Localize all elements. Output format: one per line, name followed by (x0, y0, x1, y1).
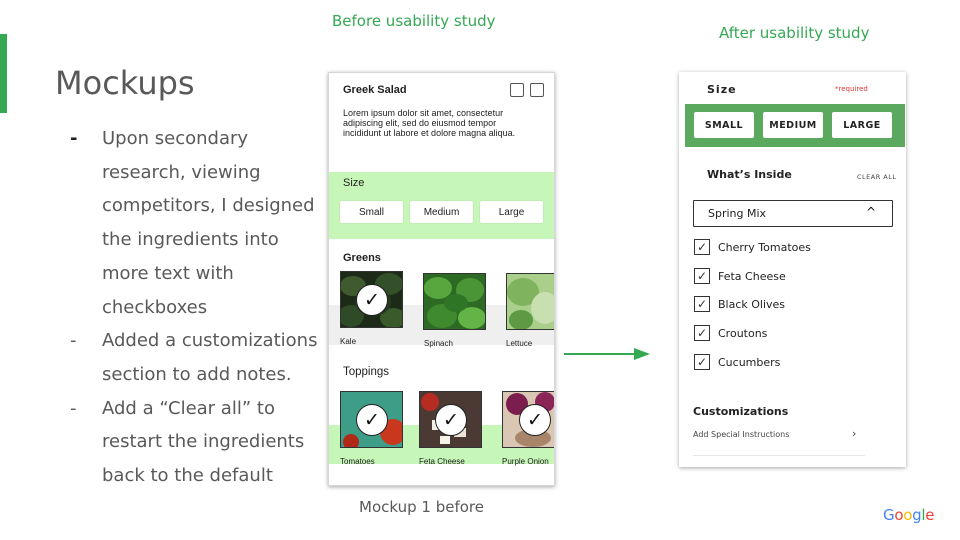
bullet-marker: - (70, 330, 77, 352)
size-small-button[interactable]: Small (340, 201, 403, 223)
greens-select[interactable]: Spring Mix ^ (693, 200, 893, 227)
square-icon[interactable] (530, 83, 544, 97)
size-large-button[interactable]: LARGE (832, 112, 892, 138)
greens-label: Greens (343, 252, 381, 264)
check-icon: ✓ (694, 268, 710, 284)
purple-onion-label: Purple Onion (502, 457, 549, 466)
caption-before: Before usability study (332, 12, 496, 30)
accent-bar (0, 34, 7, 113)
logo-letter: o (894, 506, 904, 524)
bullet-text: Upon secondary research, viewing competi… (102, 128, 315, 318)
select-value: Spring Mix (708, 207, 767, 220)
spinach-label: Spinach (424, 339, 453, 348)
check-icon: ✓ (435, 404, 467, 436)
size-large-button[interactable]: Large (480, 201, 543, 223)
spinach-image (424, 274, 485, 329)
slide-title: Mockups (55, 64, 195, 102)
caption-mockup: Mockup 1 before (359, 498, 484, 516)
size-small-button[interactable]: SMALL (694, 112, 754, 138)
special-instructions-link[interactable]: Add Special Instructions (693, 430, 789, 439)
logo-letter: e (925, 506, 935, 524)
ingredient-checkbox[interactable]: ✓ Feta Cheese (694, 267, 786, 285)
check-icon: ✓ (694, 354, 710, 370)
ingredient-label: Black Olives (718, 297, 786, 311)
divider (693, 455, 865, 456)
check-icon: ✓ (694, 239, 710, 255)
feta-tile[interactable]: ✓ (419, 391, 482, 448)
size-medium-button[interactable]: MEDIUM (763, 112, 823, 138)
product-description: Lorem ipsum dolor sit amet, consectetur … (343, 108, 516, 138)
chevron-right-icon[interactable]: › (852, 427, 856, 440)
ingredient-checkbox[interactable]: ✓ Cucumbers (694, 353, 780, 371)
kale-label: Kale (340, 337, 357, 346)
purple-onion-tile[interactable]: ✓ (502, 391, 554, 448)
check-icon: ✓ (694, 325, 710, 341)
size-medium-button[interactable]: Medium (410, 201, 473, 223)
logo-letter: g (912, 506, 922, 524)
bullet-text: Add a “Clear all” to restart the ingredi… (102, 397, 305, 487)
spinach-tile[interactable] (423, 273, 486, 330)
clear-all-button[interactable]: CLEAR ALL (857, 173, 897, 181)
required-label: *required (835, 85, 868, 93)
bullet-item: - Upon secondary research, viewing compe… (70, 122, 320, 324)
before-mockup: Greek Salad Lorem ipsum dolor sit amet, … (328, 72, 555, 486)
kale-tile[interactable]: ✓ (340, 271, 403, 328)
ingredient-label: Cherry Tomatoes (718, 240, 811, 254)
bullet-item: - Added a customizations section to add … (70, 324, 320, 391)
whats-inside-label: What’s Inside (707, 168, 792, 181)
toppings-label: Toppings (343, 366, 390, 378)
ingredient-label: Croutons (718, 326, 768, 340)
after-mockup: Size *required SMALL MEDIUM LARGE What’s… (679, 72, 906, 467)
size-label: Size (707, 83, 737, 96)
check-icon: ✓ (694, 296, 710, 312)
check-icon: ✓ (519, 404, 551, 436)
ingredient-checkbox[interactable]: ✓ Black Olives (694, 295, 785, 313)
tomatoes-tile[interactable]: ✓ (340, 391, 403, 448)
logo-letter: G (883, 506, 895, 524)
bullet-list: - Upon secondary research, viewing compe… (70, 122, 320, 493)
bullet-marker: - (70, 397, 77, 419)
ingredient-checkbox[interactable]: ✓ Croutons (694, 324, 767, 342)
caption-after: After usability study (719, 24, 870, 42)
chevron-up-icon: ^ (865, 205, 876, 219)
customizations-label: Customizations (693, 405, 789, 418)
google-logo: Google (883, 506, 934, 524)
lettuce-label: Lettuce (506, 339, 533, 348)
lettuce-tile[interactable] (506, 273, 554, 330)
logo-letter: o (903, 506, 913, 524)
lettuce-image (507, 274, 554, 329)
ingredient-checkbox[interactable]: ✓ Cherry Tomatoes (694, 238, 811, 256)
size-label: Size (343, 177, 365, 189)
feta-label: Feta Cheese (419, 457, 465, 466)
product-title: Greek Salad (343, 84, 407, 96)
ingredient-label: Cucumbers (718, 355, 781, 369)
bullet-marker: - (70, 128, 78, 149)
bullet-text: Added a customizations section to add no… (102, 330, 318, 385)
check-icon: ✓ (356, 404, 388, 436)
square-icon[interactable] (510, 83, 524, 97)
tomatoes-label: Tomatoes (340, 457, 375, 466)
arrow-right-icon (564, 348, 650, 360)
ingredient-label: Feta Cheese (718, 269, 786, 283)
bullet-item: - Add a “Clear all” to restart the ingre… (70, 392, 320, 493)
check-icon: ✓ (356, 284, 388, 316)
